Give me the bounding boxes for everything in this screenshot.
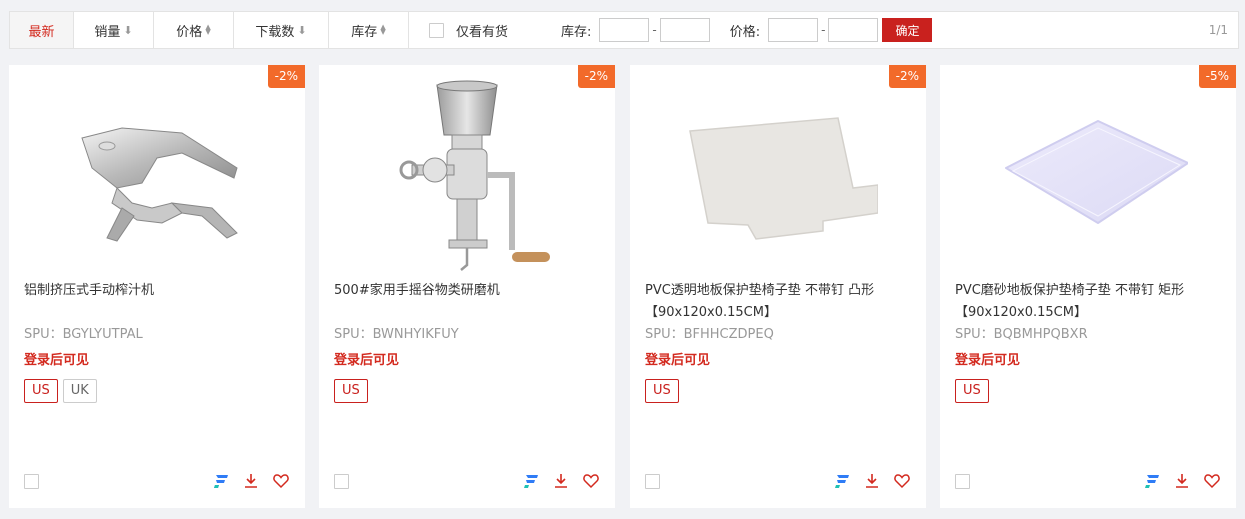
range-dash: -: [652, 23, 657, 37]
select-checkbox[interactable]: [645, 473, 660, 489]
range-dash: -: [821, 23, 826, 37]
card-actions: [522, 472, 600, 490]
stock-range: 库存: -: [561, 18, 710, 42]
sort-price-label: 价格: [176, 24, 203, 40]
download-icon[interactable]: [1173, 472, 1191, 490]
price-range: 价格: - 确定: [730, 18, 933, 42]
market-tag[interactable]: UK: [62, 379, 97, 403]
market-tags: US: [955, 379, 989, 403]
product-image-juicer[interactable]: [49, 75, 265, 280]
sort-stock-label: 库存: [351, 24, 378, 40]
sort-sales-label: 销量: [94, 24, 121, 40]
download-icon[interactable]: [863, 472, 881, 490]
product-price: 登录后可见: [645, 353, 711, 368]
sort-downloads[interactable]: 下载数 ⬇: [234, 12, 329, 48]
price-range-label: 价格:: [729, 24, 761, 40]
juicer-image: [81, 126, 238, 242]
product-card[interactable]: -5% PVC磨砂地板保护垫椅子垫 不带钉 矩形【90x120x0.15CM】 …: [940, 65, 1236, 508]
product-price: 登录后可见: [955, 353, 1021, 368]
market-tags: US: [645, 379, 679, 403]
card-footer: [24, 472, 290, 490]
stock-min-input[interactable]: [599, 18, 650, 42]
card-footer: [645, 472, 911, 490]
market-tags: US: [334, 379, 368, 403]
product-spu: SPU：BWNHYIKFUY: [334, 327, 459, 342]
product-price: 登录后可见: [334, 353, 400, 368]
product-title[interactable]: PVC透明地板保护垫椅子垫 不带钉 凸形【90x120x0.15CM】: [645, 280, 915, 324]
market-tag[interactable]: US: [645, 379, 679, 403]
card-actions: [1143, 472, 1221, 490]
product-price: 登录后可见: [24, 353, 90, 368]
publish-icon[interactable]: [833, 472, 851, 490]
product-title[interactable]: 500#家用手摇谷物类研磨机: [334, 280, 604, 302]
sort-stock[interactable]: 库存 ▲ ▼: [329, 12, 409, 48]
sort-latest-label: 最新: [28, 24, 55, 40]
heart-icon[interactable]: [893, 472, 911, 490]
filter-bar: 最新 销量 ⬇ 价格 ▲ ▼ 下载数 ⬇ 库存 ▲ ▼ 仅看有货 库存: - 价格:…: [9, 11, 1239, 49]
product-image-chair-mat-rect[interactable]: [980, 75, 1196, 280]
price-max-input[interactable]: [828, 18, 879, 42]
product-card[interactable]: -2% 铝制挤压式手动榨汁机 SPU：BGYLYUTPAL 登录后可见 US U…: [9, 65, 305, 508]
card-footer: [955, 472, 1221, 490]
market-tag[interactable]: US: [24, 379, 58, 403]
discount-badge: -2%: [267, 65, 305, 88]
grain-mill-image: [399, 80, 550, 271]
product-spu: SPU：BGYLYUTPAL: [24, 327, 143, 342]
sort-sales[interactable]: 销量 ⬇: [74, 12, 154, 48]
discount-badge: -2%: [888, 65, 926, 88]
in-stock-filter[interactable]: 仅看有货: [429, 21, 508, 40]
download-icon[interactable]: [552, 472, 570, 490]
arrow-down-icon: ⬇: [297, 23, 307, 37]
market-tag[interactable]: US: [334, 379, 368, 403]
product-card[interactable]: -2% 500#家用手摇谷物类研磨机 SPU：BWNHYIKFUY 登录后可见 …: [319, 65, 615, 508]
market-tag[interactable]: US: [955, 379, 989, 403]
in-stock-checkbox[interactable]: [429, 22, 444, 38]
card-actions: [833, 472, 911, 490]
stock-range-label: 库存:: [561, 24, 592, 40]
product-spu: SPU：BQBMHPQBXR: [955, 327, 1088, 342]
price-min-input[interactable]: [768, 18, 819, 42]
product-card[interactable]: -2% PVC透明地板保护垫椅子垫 不带钉 凸形【90x120x0.15CM】 …: [630, 65, 926, 508]
card-footer: [334, 472, 600, 490]
product-image-chair-mat-lip[interactable]: [670, 75, 886, 280]
select-checkbox[interactable]: [334, 473, 349, 489]
select-checkbox[interactable]: [24, 473, 39, 489]
arrow-down-icon: ⬇: [123, 23, 133, 37]
publish-icon[interactable]: [1143, 472, 1161, 490]
sort-updown-icon: ▲ ▼: [205, 23, 211, 36]
heart-icon[interactable]: [272, 472, 290, 490]
publish-icon[interactable]: [212, 472, 230, 490]
chair-mat-lip-image: [689, 116, 878, 240]
confirm-button[interactable]: 确定: [882, 18, 933, 42]
chair-mat-rect-image: [1005, 119, 1188, 224]
sort-downloads-label: 下载数: [255, 24, 295, 40]
product-title[interactable]: 铝制挤压式手动榨汁机: [24, 280, 294, 302]
product-spu: SPU：BFHHCZDPEQ: [645, 327, 774, 342]
discount-badge: -2%: [577, 65, 615, 88]
stock-max-input[interactable]: [659, 18, 710, 42]
select-checkbox[interactable]: [955, 473, 970, 489]
heart-icon[interactable]: [1203, 472, 1221, 490]
sort-updown-icon: ▲ ▼: [380, 23, 386, 36]
heart-icon[interactable]: [582, 472, 600, 490]
card-actions: [212, 472, 290, 490]
market-tags: US UK: [24, 379, 97, 403]
discount-badge: -5%: [1198, 65, 1236, 88]
in-stock-label: 仅看有货: [456, 24, 509, 40]
download-icon[interactable]: [242, 472, 260, 490]
sort-latest[interactable]: 最新: [10, 12, 74, 48]
sort-price[interactable]: 价格 ▲ ▼: [154, 12, 234, 48]
product-image-grain-mill[interactable]: [359, 75, 575, 280]
page-count: 1/1: [1208, 23, 1228, 37]
publish-icon[interactable]: [522, 472, 540, 490]
product-title[interactable]: PVC磨砂地板保护垫椅子垫 不带钉 矩形【90x120x0.15CM】: [955, 280, 1225, 324]
